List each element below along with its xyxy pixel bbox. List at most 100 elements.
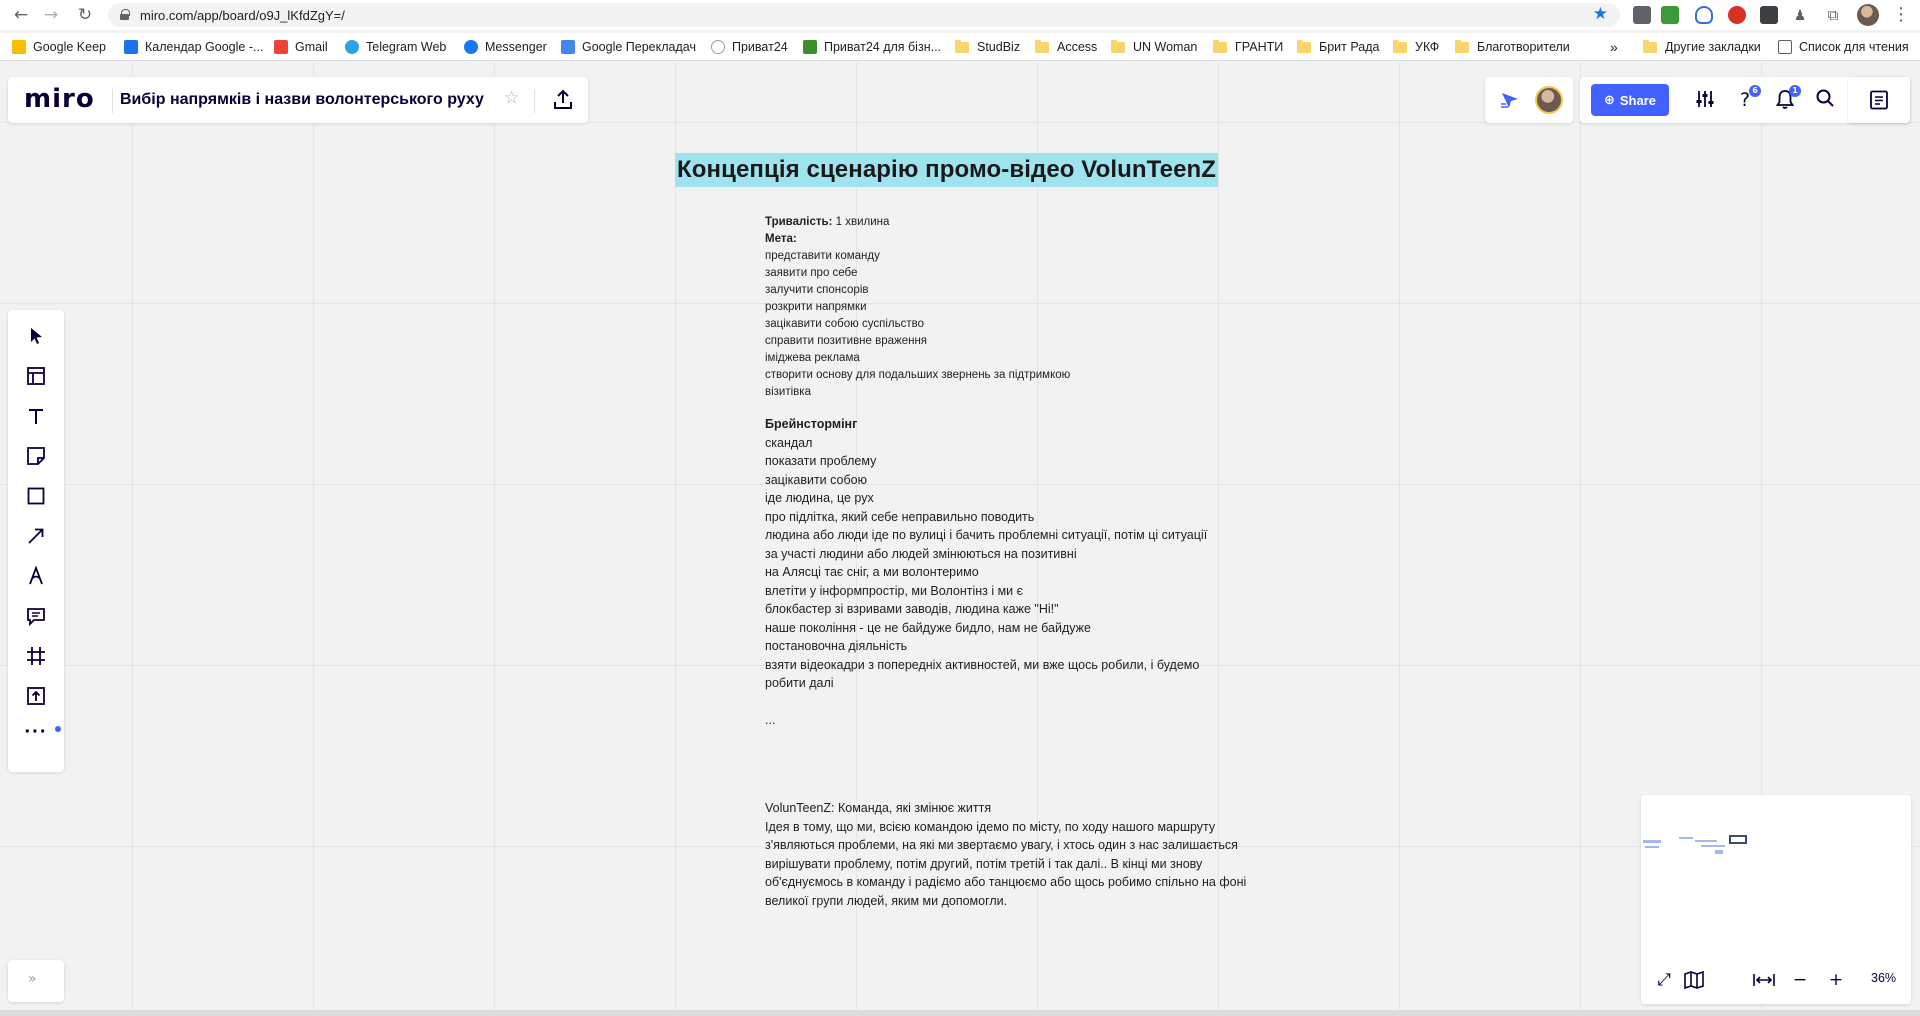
board-canvas[interactable]: Концепція сценарію промо-відео VolunTeen… [0,62,1920,1016]
goal-item[interactable]: заявити про себе [765,265,857,282]
extension-icon[interactable] [1760,6,1778,24]
extension-icon[interactable] [1661,6,1679,24]
concept-line[interactable]: з'являються проблеми, на які ми звертаєм… [765,836,1238,855]
goal-heading[interactable]: Мета: [765,231,797,248]
brainstorm-item[interactable]: за участі людини або людей змінюються на… [765,545,1077,564]
goal-item[interactable]: справити позитивне враження [765,333,927,350]
brainstorm-item[interactable]: скандал [765,434,812,453]
export-icon[interactable] [550,87,576,113]
templates-icon[interactable] [22,362,50,390]
brainstorm-item[interactable]: взяти відеокадри з попередніх активносте… [765,656,1199,675]
brainstorm-item[interactable]: іде людина, це рух [765,489,874,508]
concept-line[interactable]: вирішувати проблему, потім другий, потім… [765,855,1202,874]
url-text[interactable]: miro.com/app/board/o9J_lKfdZgY=/ [140,8,345,23]
user-avatar[interactable] [1535,86,1563,114]
text-tool-icon[interactable] [22,402,50,430]
bookmark-item[interactable]: Google Keep [12,37,106,57]
bookmark-folder[interactable]: ГРАНТИ [1213,37,1283,57]
pen-icon[interactable] [22,562,50,590]
fullscreen-icon[interactable]: ⤢ [1653,969,1675,991]
search-icon[interactable] [1813,88,1837,112]
address-bar[interactable]: miro.com/app/board/o9J_lKfdZgY=/ ★ [108,3,1620,27]
bookmark-folder[interactable]: UN Woman [1111,37,1197,57]
goal-item[interactable]: іміджева реклама [765,350,860,367]
minimap-viewport[interactable] [1729,835,1747,844]
goal-item[interactable]: створити основу для подальших звернень з… [765,367,1070,384]
extension-icon[interactable]: ♟ [1791,6,1809,24]
zoom-out-icon[interactable]: − [1789,969,1811,991]
fit-to-screen-icon[interactable] [1753,969,1775,991]
ellipsis-text[interactable]: ... [765,711,775,730]
concept-line[interactable]: великої групи людей, яким ми допомогли. [765,892,1007,911]
goal-item[interactable]: розкрити напрямки [765,299,867,316]
expand-panel-button[interactable]: » [8,960,64,1002]
board-title-text[interactable]: Концепція сценарію промо-відео VolunTeen… [675,153,1219,187]
brainstorm-item[interactable]: влетіти у інформпростір, ми Волонтінз і … [765,582,1023,601]
extensions-puzzle-icon[interactable]: ⧉ [1824,6,1842,24]
goal-item[interactable]: представити команду [765,248,880,265]
map-icon[interactable] [1683,969,1705,991]
bookmark-folder[interactable]: Брит Рада [1297,37,1379,57]
bookmark-star-icon[interactable]: ★ [1593,4,1608,24]
back-icon[interactable]: ← [10,4,32,26]
frame-icon[interactable] [22,642,50,670]
goal-item[interactable]: залучити спонсорів [765,282,869,299]
bookmark-item[interactable]: Telegram Web [345,37,446,57]
shape-icon[interactable] [22,482,50,510]
brainstorm-item[interactable]: показати проблему [765,452,876,471]
sticky-note-icon[interactable] [22,442,50,470]
bookmark-folder[interactable]: StudBiz [955,37,1020,57]
bookmark-item[interactable]: Приват24 [711,37,788,57]
goal-item[interactable]: візитівка [765,384,811,401]
board-name[interactable]: Вибір напрямків і назви волонтерського р… [120,91,484,109]
brainstorm-item[interactable]: наше покоління - це не байдуже бидло, на… [765,619,1091,638]
connection-line-icon[interactable] [22,522,50,550]
bookmark-item[interactable]: Messenger [464,37,547,57]
comment-icon[interactable] [22,602,50,630]
brainstorm-item[interactable]: на Алясці тає сніг, а ми волонтеримо [765,563,979,582]
profile-avatar[interactable] [1857,4,1879,26]
board-menu-icon[interactable] [1868,89,1890,111]
settings-sliders-icon[interactable] [1693,88,1717,112]
goal-item[interactable]: зацікавити собою суспільство [765,316,924,333]
bookmark-folder[interactable]: Благотворители [1455,37,1570,57]
more-tools-icon[interactable]: ··· [22,718,50,746]
brainstorm-item[interactable]: зацікавити собою [765,471,867,490]
brainstorm-item[interactable]: людина або люди іде по вулиці і бачить п… [765,526,1207,545]
bookmark-item[interactable]: Google Перекладач [561,37,696,57]
zoom-level[interactable]: 36% [1871,971,1896,985]
select-cursor-icon[interactable] [22,322,50,350]
bookmark-item[interactable]: Календар Google -... [124,37,263,57]
bookmarks-overflow-button[interactable]: » [1610,37,1618,57]
other-bookmarks-folder[interactable]: Другие закладки [1643,37,1761,57]
browser-menu-icon[interactable]: ⋮ [1892,4,1910,25]
forward-icon[interactable]: → [40,4,62,26]
star-icon[interactable]: ☆ [504,88,519,108]
help-icon[interactable]: ? 6 [1733,85,1761,112]
extension-icon[interactable] [1633,6,1651,24]
reading-list-button[interactable]: Список для чтения [1778,37,1909,57]
bookmark-folder[interactable]: Access [1035,37,1097,57]
extension-icon[interactable] [1728,6,1746,24]
duration-line[interactable]: Тривалість: 1 хвилина [765,214,889,231]
concept-line[interactable]: об'єднуємось в команду і радіємо або тан… [765,873,1246,892]
miro-logo[interactable]: miro [24,84,95,114]
concept-title[interactable]: VolunTeenZ: Команда, які змінює життя [765,799,991,818]
brainstorm-item[interactable]: постановочна діяльність [765,637,907,656]
brainstorm-item[interactable]: про підлітка, який себе неправильно пово… [765,508,1034,527]
minimap-canvas[interactable] [1641,795,1911,955]
notifications-bell-icon[interactable]: 1 [1773,85,1801,112]
concept-line[interactable]: Ідея в тому, що ми, всією командою ідемо… [765,818,1215,837]
brainstorm-item[interactable]: робити далі [765,674,834,693]
bookmark-item[interactable]: Приват24 для бізн... [803,37,941,57]
shield-extension-icon[interactable] [1695,6,1713,24]
zoom-in-icon[interactable]: + [1825,969,1847,991]
cursor-follow-icon[interactable] [1499,89,1521,111]
reload-icon[interactable]: ↻ [74,4,96,26]
upload-icon[interactable] [22,682,50,710]
bookmark-folder[interactable]: УКФ [1393,37,1439,57]
brainstorm-item[interactable]: блокбастер зі взривами заводів, людина к… [765,600,1059,619]
share-button[interactable]: ⊕ Share [1591,84,1669,116]
brainstorm-heading[interactable]: Брейнстормінг [765,415,857,434]
bookmark-item[interactable]: Gmail [274,37,328,57]
